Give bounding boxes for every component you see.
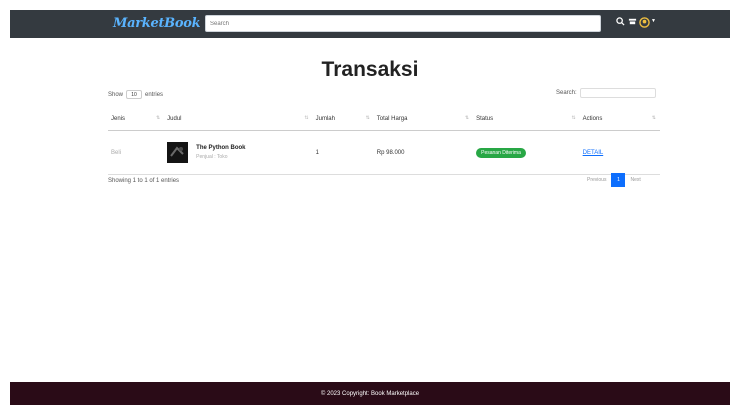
search-input[interactable] <box>205 15 601 32</box>
transactions-table: Jenis ⇅ Judul ⇅ Jumlah ⇅ Total Harga ⇅ Statu… <box>108 108 660 175</box>
pagination-page-1[interactable]: 1 <box>611 173 626 187</box>
footer-copyright: © 2023 Copyright: Book Marketplace <box>320 390 420 397</box>
column-header-jenis[interactable]: Jenis ⇅ <box>108 108 165 131</box>
column-header-actions[interactable]: Actions ⇅ <box>579 108 660 131</box>
book-title: The Python Book <box>196 145 246 151</box>
table-search-input[interactable] <box>579 88 656 98</box>
cell-actions: DETAIL <box>579 130 660 175</box>
pagination: Previous 1 Next <box>582 173 646 187</box>
footer: © 2023 Copyright: Book Marketplace <box>10 382 730 405</box>
column-header-judul[interactable]: Judul ⇅ <box>164 108 313 131</box>
sort-icon: ⇅ <box>651 115 656 121</box>
column-header-status[interactable]: Status ⇅ <box>473 108 580 131</box>
entries-select[interactable]: 10 <box>126 90 143 99</box>
show-label: Show <box>108 91 124 98</box>
book-seller: Penjual : Toko <box>196 154 228 160</box>
cell-jenis: Beli <box>108 130 165 175</box>
page-title: Transaksi <box>321 58 419 81</box>
entries-length-control: Show 10 entries <box>108 90 163 99</box>
table-info: Showing 1 to 1 of 1 entries <box>108 178 180 184</box>
navbar: MarketBook ▼ <box>10 10 730 38</box>
book-cover-image <box>167 142 189 163</box>
chevron-down-icon[interactable]: ▼ <box>651 18 656 24</box>
cart-icon[interactable] <box>628 17 637 28</box>
table-header-row: Jenis ⇅ Judul ⇅ Jumlah ⇅ Total Harga ⇅ Statu… <box>108 108 660 131</box>
detail-link[interactable]: DETAIL <box>583 150 604 156</box>
cell-status: Pesanan Diterima <box>473 130 580 175</box>
sort-icon: ⇅ <box>464 115 470 121</box>
sort-icon: ⇅ <box>155 115 161 121</box>
table-row: Beli The Python Book Penjual : Toko 1 Rp… <box>108 130 660 175</box>
table-search-label: Search: <box>556 90 577 96</box>
sort-icon: ⇅ <box>304 115 309 121</box>
table-search: Search: <box>556 88 656 98</box>
sort-icon: ⇅ <box>571 115 576 121</box>
user-icon[interactable] <box>639 17 650 30</box>
column-header-total-harga[interactable]: Total Harga ⇅ <box>373 108 474 131</box>
pagination-previous[interactable]: Previous <box>582 173 611 187</box>
search-icon[interactable] <box>616 17 625 28</box>
brand-logo[interactable]: MarketBook <box>113 16 201 31</box>
pagination-next[interactable]: Next <box>625 173 645 187</box>
column-header-jumlah[interactable]: Jumlah ⇅ <box>312 108 374 131</box>
sort-icon: ⇅ <box>365 115 370 121</box>
entries-label: entries <box>145 91 164 98</box>
cell-jumlah: 1 <box>312 130 374 175</box>
status-badge: Pesanan Diterima <box>476 147 526 158</box>
cell-total-harga: Rp 98.000 <box>373 130 474 175</box>
cell-judul: The Python Book Penjual : Toko <box>164 130 313 175</box>
